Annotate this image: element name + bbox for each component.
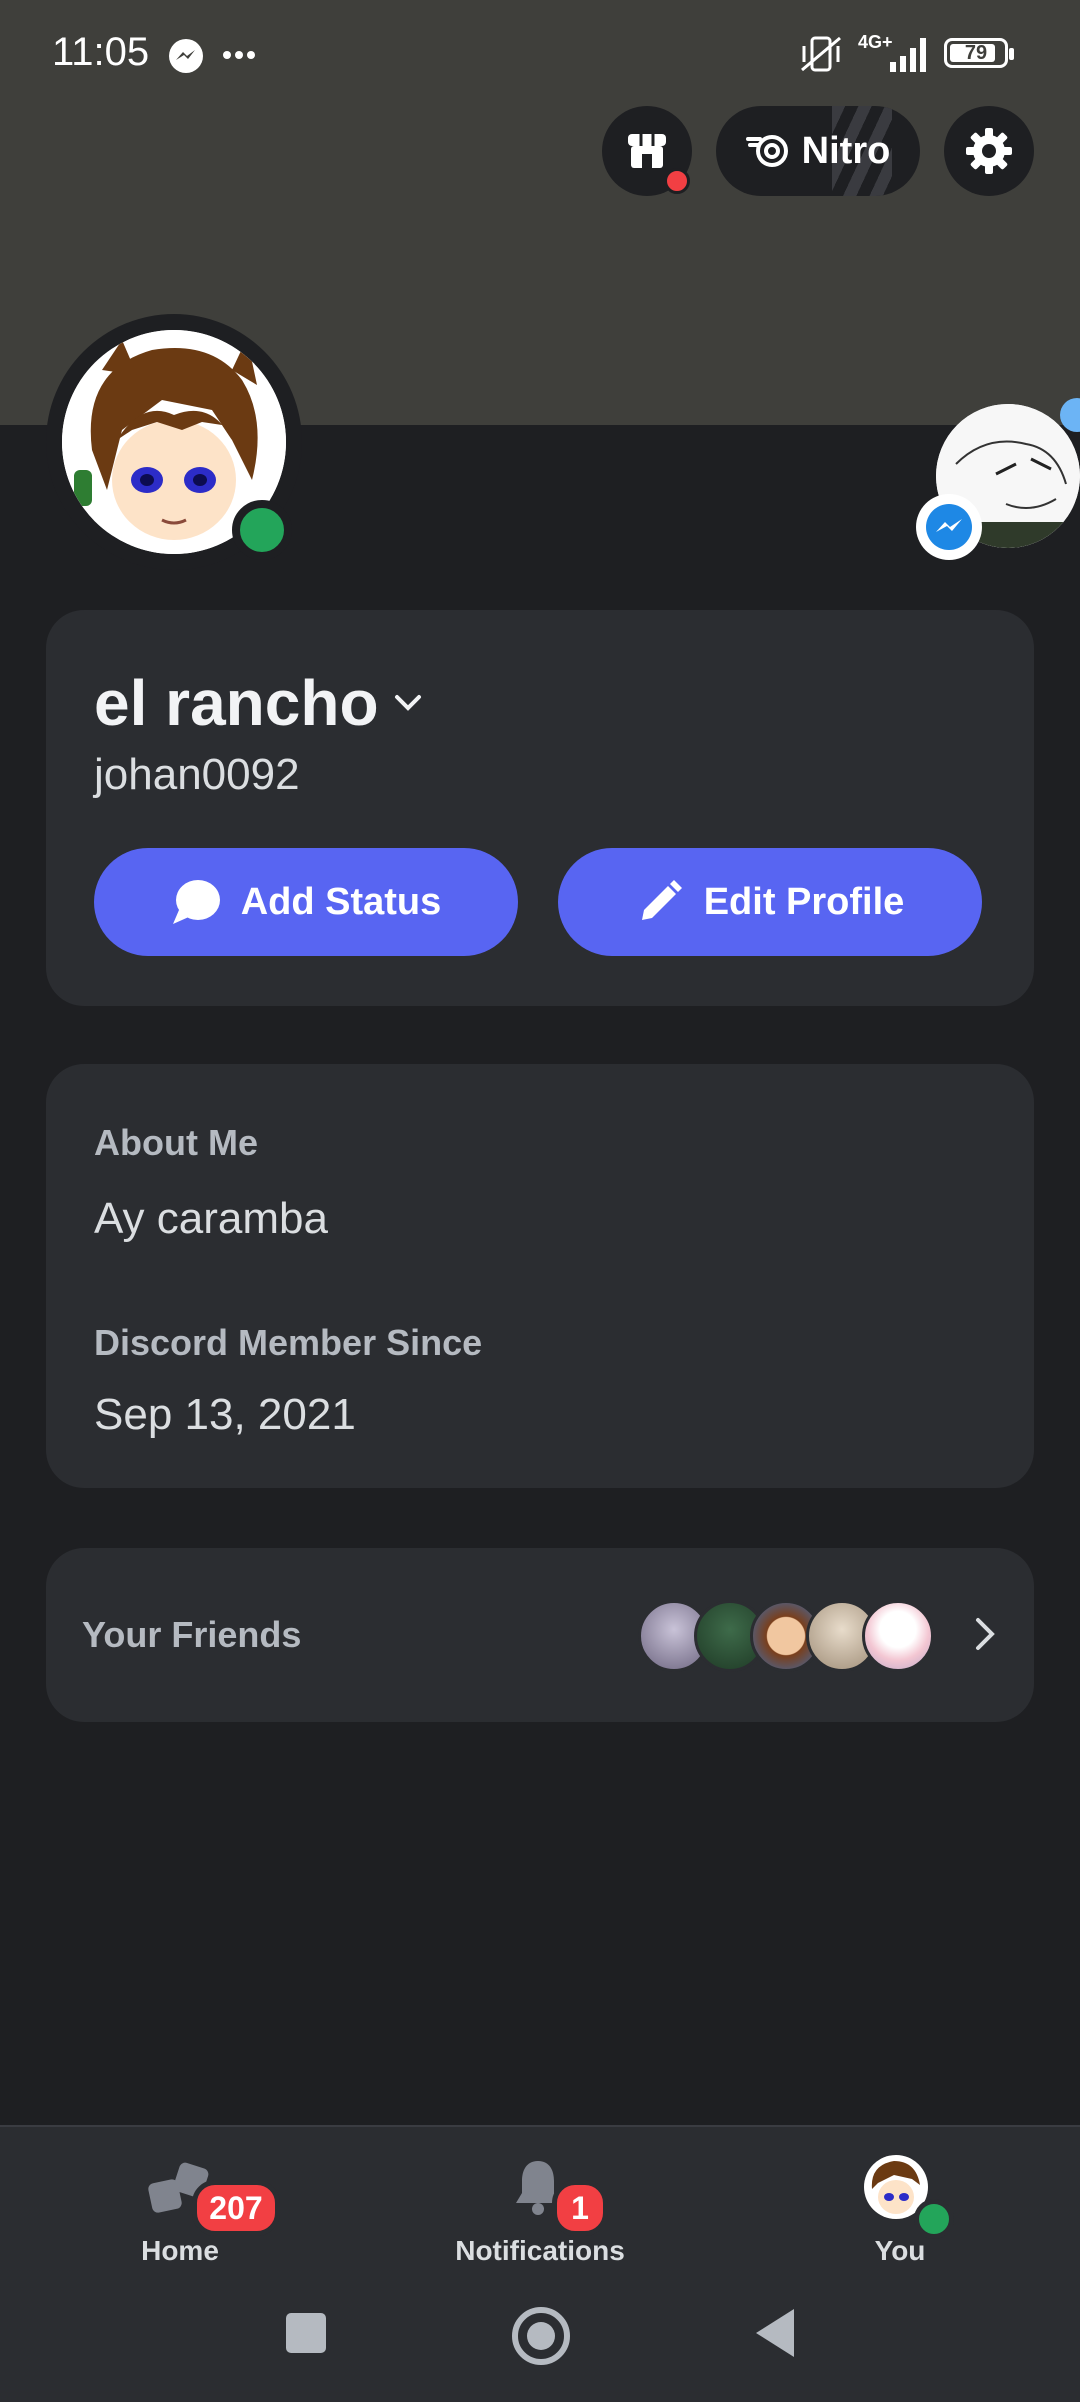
pencil-icon xyxy=(641,880,682,920)
android-home-button[interactable] xyxy=(512,2307,570,2365)
shop-button[interactable] xyxy=(602,106,692,196)
member-since-value: Sep 13, 2021 xyxy=(94,1390,356,1439)
status-bar: 11:05 4G+ 79 xyxy=(0,0,1080,110)
messenger-icon xyxy=(926,504,972,550)
android-back-button[interactable] xyxy=(754,2307,796,2359)
home-badge: 207 xyxy=(192,2180,280,2236)
bottom-navigation: 207 Home 1 Notifications You xyxy=(0,2125,1080,2402)
status-time: 11:05 xyxy=(52,30,150,74)
battery-icon: 79 xyxy=(944,38,1014,68)
about-card: About Me Ay caramba Discord Member Since… xyxy=(46,1064,1034,1488)
more-dots-icon xyxy=(223,51,255,59)
friends-card[interactable]: Your Friends xyxy=(46,1548,1034,1722)
chat-head-indicator xyxy=(1060,398,1080,432)
profile-avatar[interactable] xyxy=(46,314,302,570)
notifications-badge: 1 xyxy=(552,2180,608,2236)
battery-level: 79 xyxy=(964,42,988,64)
member-since-title: Discord Member Since xyxy=(94,1322,483,1363)
muted-vibrate-icon xyxy=(801,36,841,72)
nitro-button[interactable]: Nitro xyxy=(716,106,920,196)
nav-notifications[interactable]: 1 Notifications xyxy=(455,2127,625,2277)
online-status-dot xyxy=(232,500,292,560)
messenger-chat-head[interactable] xyxy=(916,398,1080,560)
about-me-title: About Me xyxy=(94,1122,258,1163)
nav-notifications-label: Notifications xyxy=(455,2235,625,2266)
shop-notification-dot xyxy=(664,168,690,194)
home-button-inner xyxy=(527,2322,555,2350)
your-friends-title: Your Friends xyxy=(82,1614,302,1655)
friend-avatar xyxy=(862,1600,934,1672)
about-me-text: Ay caramba xyxy=(94,1194,328,1243)
nav-home[interactable]: 207 Home xyxy=(120,2127,280,2277)
messenger-icon xyxy=(169,39,203,73)
chevron-down-icon xyxy=(394,695,421,711)
speech-bubble-icon xyxy=(172,880,220,924)
you-online-dot xyxy=(914,2199,954,2239)
nav-you[interactable]: You xyxy=(840,2127,960,2277)
shop-icon xyxy=(628,134,666,168)
profile-card: el rancho johan0092 Add Status Edit Prof… xyxy=(46,610,1034,1006)
signal-icon xyxy=(890,38,926,72)
username: johan0092 xyxy=(94,750,300,799)
add-status-button[interactable]: Add Status xyxy=(94,848,518,956)
edit-profile-label: Edit Profile xyxy=(703,880,905,923)
edit-profile-button[interactable]: Edit Profile xyxy=(558,848,982,956)
display-name: el rancho xyxy=(94,667,379,739)
nav-you-label: You xyxy=(874,2235,926,2266)
nav-home-label: Home xyxy=(141,2235,219,2266)
gear-icon xyxy=(966,128,1012,174)
chevron-right-icon xyxy=(976,1618,995,1650)
display-name-row[interactable]: el rancho xyxy=(94,666,423,740)
add-status-label: Add Status xyxy=(240,880,442,923)
nitro-label: Nitro xyxy=(801,129,891,172)
settings-button[interactable] xyxy=(944,106,1034,196)
nitro-icon xyxy=(745,135,788,167)
messenger-badge xyxy=(916,494,982,560)
android-recents-button[interactable] xyxy=(286,2313,326,2353)
